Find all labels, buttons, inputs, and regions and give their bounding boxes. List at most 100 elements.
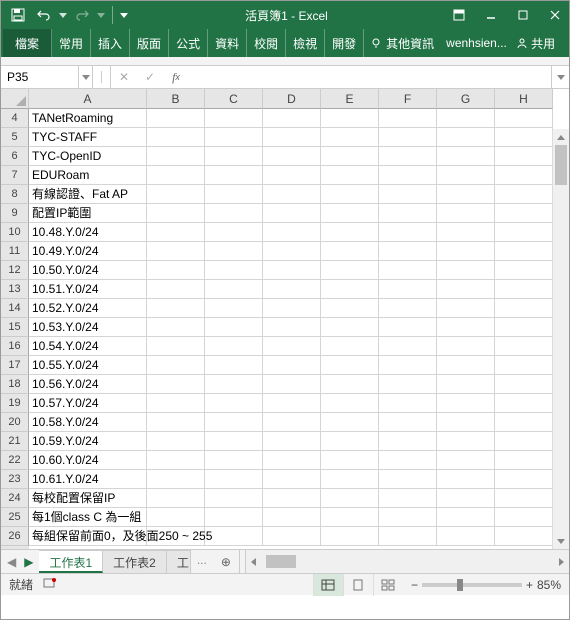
cell[interactable]: [147, 356, 205, 375]
cell[interactable]: [379, 451, 437, 470]
cell[interactable]: [379, 204, 437, 223]
cell[interactable]: [495, 223, 553, 242]
cell[interactable]: [205, 128, 263, 147]
cell[interactable]: [147, 299, 205, 318]
zoom-slider[interactable]: [422, 583, 522, 587]
cell[interactable]: [321, 147, 379, 166]
row-header[interactable]: 22: [1, 451, 29, 470]
cell[interactable]: [495, 299, 553, 318]
cell[interactable]: [495, 375, 553, 394]
share-button[interactable]: 共用: [510, 29, 561, 57]
cell[interactable]: [205, 432, 263, 451]
cell[interactable]: [263, 508, 321, 527]
cell[interactable]: [205, 109, 263, 128]
redo-dropdown-icon[interactable]: [97, 13, 105, 18]
cell[interactable]: [147, 489, 205, 508]
cell[interactable]: [263, 147, 321, 166]
cell[interactable]: [263, 432, 321, 451]
cell[interactable]: [147, 185, 205, 204]
cell[interactable]: [379, 166, 437, 185]
cell[interactable]: 10.57.Y.0/24: [29, 394, 147, 413]
row-header[interactable]: 19: [1, 394, 29, 413]
cell[interactable]: [379, 527, 437, 546]
cell[interactable]: [147, 261, 205, 280]
cell[interactable]: 10.55.Y.0/24: [29, 356, 147, 375]
cell[interactable]: [379, 337, 437, 356]
cell[interactable]: 10.51.Y.0/24: [29, 280, 147, 299]
cell[interactable]: [263, 337, 321, 356]
cell[interactable]: [321, 356, 379, 375]
cell[interactable]: [263, 242, 321, 261]
row-header[interactable]: 4: [1, 109, 29, 128]
cell[interactable]: [437, 337, 495, 356]
sheet-nav-prev[interactable]: ▶: [7, 555, 16, 569]
cell[interactable]: [495, 147, 553, 166]
cell[interactable]: [321, 451, 379, 470]
cell[interactable]: [379, 242, 437, 261]
cell[interactable]: [379, 508, 437, 527]
cell[interactable]: [379, 318, 437, 337]
name-box-dropdown[interactable]: [79, 66, 93, 88]
cell[interactable]: 10.59.Y.0/24: [29, 432, 147, 451]
cell[interactable]: [437, 356, 495, 375]
cell[interactable]: [379, 261, 437, 280]
cell[interactable]: [205, 489, 263, 508]
ribbon-display-options[interactable]: [445, 3, 473, 27]
cell[interactable]: [437, 375, 495, 394]
cell[interactable]: [205, 318, 263, 337]
row-header[interactable]: 14: [1, 299, 29, 318]
new-sheet-button[interactable]: ⊕: [213, 550, 239, 573]
cell[interactable]: [263, 166, 321, 185]
row-header[interactable]: 6: [1, 147, 29, 166]
cell[interactable]: [205, 166, 263, 185]
row-header[interactable]: 20: [1, 413, 29, 432]
cell[interactable]: [147, 432, 205, 451]
sheet-tab[interactable]: 工作: [167, 550, 191, 573]
cell[interactable]: [437, 166, 495, 185]
row-header[interactable]: 18: [1, 375, 29, 394]
row-header[interactable]: 7: [1, 166, 29, 185]
column-header[interactable]: D: [263, 89, 321, 109]
cell[interactable]: [263, 489, 321, 508]
column-header[interactable]: G: [437, 89, 495, 109]
redo-button[interactable]: [71, 4, 93, 26]
cell[interactable]: [437, 109, 495, 128]
minimize-button[interactable]: [477, 3, 505, 27]
cell[interactable]: [263, 185, 321, 204]
row-header[interactable]: 5: [1, 128, 29, 147]
cell[interactable]: [437, 223, 495, 242]
cell[interactable]: 10.52.Y.0/24: [29, 299, 147, 318]
cell[interactable]: [321, 489, 379, 508]
cell[interactable]: [437, 508, 495, 527]
cell[interactable]: [263, 261, 321, 280]
cell[interactable]: [379, 128, 437, 147]
cell[interactable]: [263, 128, 321, 147]
cell[interactable]: 10.50.Y.0/24: [29, 261, 147, 280]
cell[interactable]: [379, 489, 437, 508]
cell[interactable]: 10.58.Y.0/24: [29, 413, 147, 432]
formula-input[interactable]: [189, 66, 551, 88]
cell[interactable]: [205, 242, 263, 261]
cell[interactable]: [495, 527, 553, 546]
cell[interactable]: [321, 508, 379, 527]
row-header[interactable]: 12: [1, 261, 29, 280]
cell[interactable]: [205, 527, 263, 546]
cell[interactable]: [205, 375, 263, 394]
cell[interactable]: 有線認證、Fat AP: [29, 185, 147, 204]
cell[interactable]: [437, 432, 495, 451]
cell[interactable]: [205, 147, 263, 166]
cell[interactable]: [205, 451, 263, 470]
column-header[interactable]: H: [495, 89, 553, 109]
cell[interactable]: [495, 185, 553, 204]
cell[interactable]: TYC-STAFF: [29, 128, 147, 147]
cell[interactable]: [495, 432, 553, 451]
cell[interactable]: 10.61.Y.0/24: [29, 470, 147, 489]
row-header[interactable]: 23: [1, 470, 29, 489]
cell[interactable]: [437, 185, 495, 204]
horizontal-scrollbar[interactable]: [245, 550, 569, 573]
ribbon-tab[interactable]: 檢視: [286, 29, 325, 57]
cell[interactable]: [437, 128, 495, 147]
cell[interactable]: [495, 261, 553, 280]
cell[interactable]: [263, 299, 321, 318]
cell[interactable]: [379, 356, 437, 375]
